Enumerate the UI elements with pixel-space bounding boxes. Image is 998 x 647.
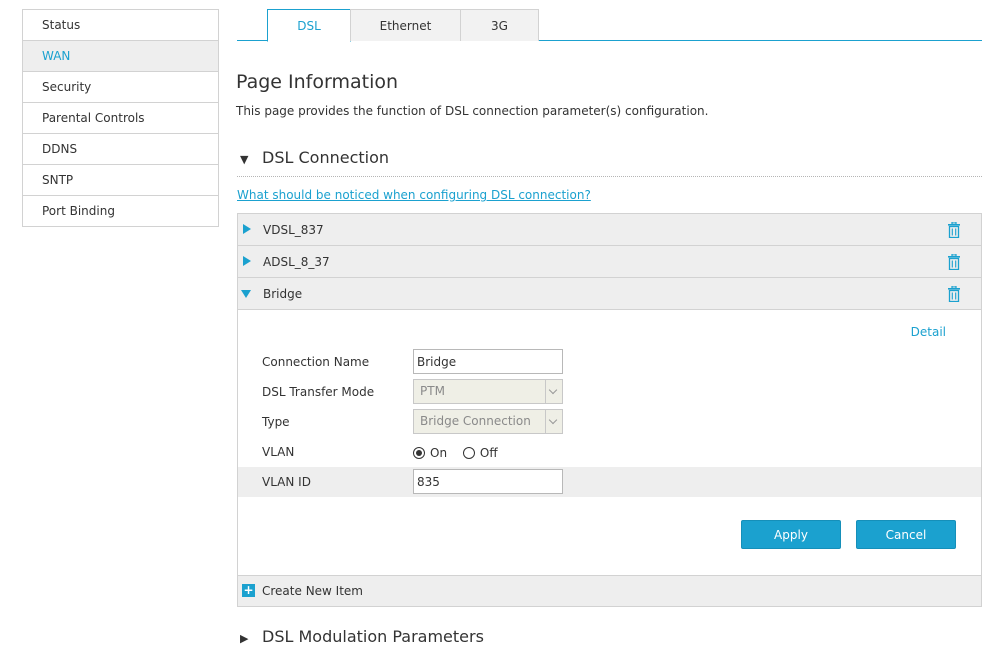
sidebar-menu: Status WAN Security Parental Controls DD… xyxy=(22,9,219,227)
type-value: Bridge Connection xyxy=(420,414,531,428)
type-row: Type Bridge Connection xyxy=(238,407,981,437)
connection-name-row: Connection Name xyxy=(238,347,981,377)
create-new-item-button[interactable]: + Create New Item xyxy=(238,576,981,606)
connection-name: ADSL_8_37 xyxy=(263,255,330,269)
bridge-detail-form: Detail Connection Name DSL Transfer Mode… xyxy=(238,310,981,576)
vlan-on-label: On xyxy=(430,445,448,460)
tab-dsl[interactable]: DSL xyxy=(267,9,351,42)
vlan-off-label: Off xyxy=(479,445,498,460)
type-select[interactable]: Bridge Connection xyxy=(413,409,563,434)
connection-row-vdsl[interactable]: VDSL_837 xyxy=(238,214,981,246)
transfer-mode-select[interactable]: PTM xyxy=(413,379,563,404)
sidebar-item-ddns[interactable]: DDNS xyxy=(23,134,218,165)
connection-list: VDSL_837 ADSL_8_37 Bridge Detail Connect… xyxy=(237,213,982,607)
detail-link[interactable]: Detail xyxy=(911,325,946,339)
chevron-down-icon xyxy=(545,380,562,403)
vlan-id-label: VLAN ID xyxy=(262,475,311,489)
sidebar-item-wan[interactable]: WAN xyxy=(23,41,218,72)
sidebar-item-status[interactable]: Status xyxy=(23,10,218,41)
vlan-on-radio[interactable] xyxy=(413,446,425,459)
connection-name-input[interactable] xyxy=(413,349,563,374)
sidebar-item-security[interactable]: Security xyxy=(23,72,218,103)
trash-icon[interactable] xyxy=(947,286,961,302)
tab-bar: DSL Ethernet 3G xyxy=(237,9,982,42)
vlan-id-input[interactable] xyxy=(413,469,563,494)
dsl-connection-title: DSL Connection xyxy=(262,148,390,167)
page-description: This page provides the function of DSL c… xyxy=(236,104,709,118)
connection-name: VDSL_837 xyxy=(263,223,324,237)
section-divider xyxy=(237,176,982,177)
vlan-radio-group: On Off xyxy=(413,437,510,467)
create-new-item-label: Create New Item xyxy=(262,584,363,598)
transfer-mode-row: DSL Transfer Mode PTM xyxy=(238,377,981,407)
chevron-down-icon xyxy=(545,410,562,433)
trash-icon[interactable] xyxy=(947,222,961,238)
expand-triangle-icon: ▶ xyxy=(240,632,249,645)
page-title: Page Information xyxy=(236,71,399,93)
connection-name: Bridge xyxy=(263,287,303,301)
dsl-modulation-heading[interactable]: ▶ DSL Modulation Parameters xyxy=(240,627,484,646)
plus-icon: + xyxy=(242,583,255,597)
vlan-id-row: VLAN ID xyxy=(238,467,981,497)
expand-arrow-icon xyxy=(243,256,251,266)
dsl-modulation-title: DSL Modulation Parameters xyxy=(262,627,484,646)
collapse-arrow-icon xyxy=(241,290,251,298)
cancel-button[interactable]: Cancel xyxy=(856,520,956,549)
dsl-help-link[interactable]: What should be noticed when configuring … xyxy=(237,188,591,202)
vlan-label: VLAN xyxy=(262,445,295,459)
trash-icon[interactable] xyxy=(947,254,961,270)
type-label: Type xyxy=(262,415,290,429)
transfer-mode-label: DSL Transfer Mode xyxy=(262,385,375,399)
connection-name-label: Connection Name xyxy=(262,355,370,369)
dsl-connection-heading[interactable]: ▼ DSL Connection xyxy=(240,148,389,167)
tab-ethernet[interactable]: Ethernet xyxy=(350,9,461,41)
sidebar-item-parental-controls[interactable]: Parental Controls xyxy=(23,103,218,134)
expand-arrow-icon xyxy=(243,224,251,234)
sidebar-item-sntp[interactable]: SNTP xyxy=(23,165,218,196)
connection-row-adsl[interactable]: ADSL_8_37 xyxy=(238,246,981,278)
collapse-triangle-icon: ▼ xyxy=(240,153,249,166)
sidebar-item-port-binding[interactable]: Port Binding xyxy=(23,196,218,227)
connection-row-bridge[interactable]: Bridge xyxy=(238,278,981,310)
apply-button[interactable]: Apply xyxy=(741,520,841,549)
tab-3g[interactable]: 3G xyxy=(460,9,539,41)
vlan-off-radio[interactable] xyxy=(462,446,475,459)
transfer-mode-value: PTM xyxy=(420,384,445,398)
vlan-row: VLAN On Off xyxy=(238,437,981,467)
